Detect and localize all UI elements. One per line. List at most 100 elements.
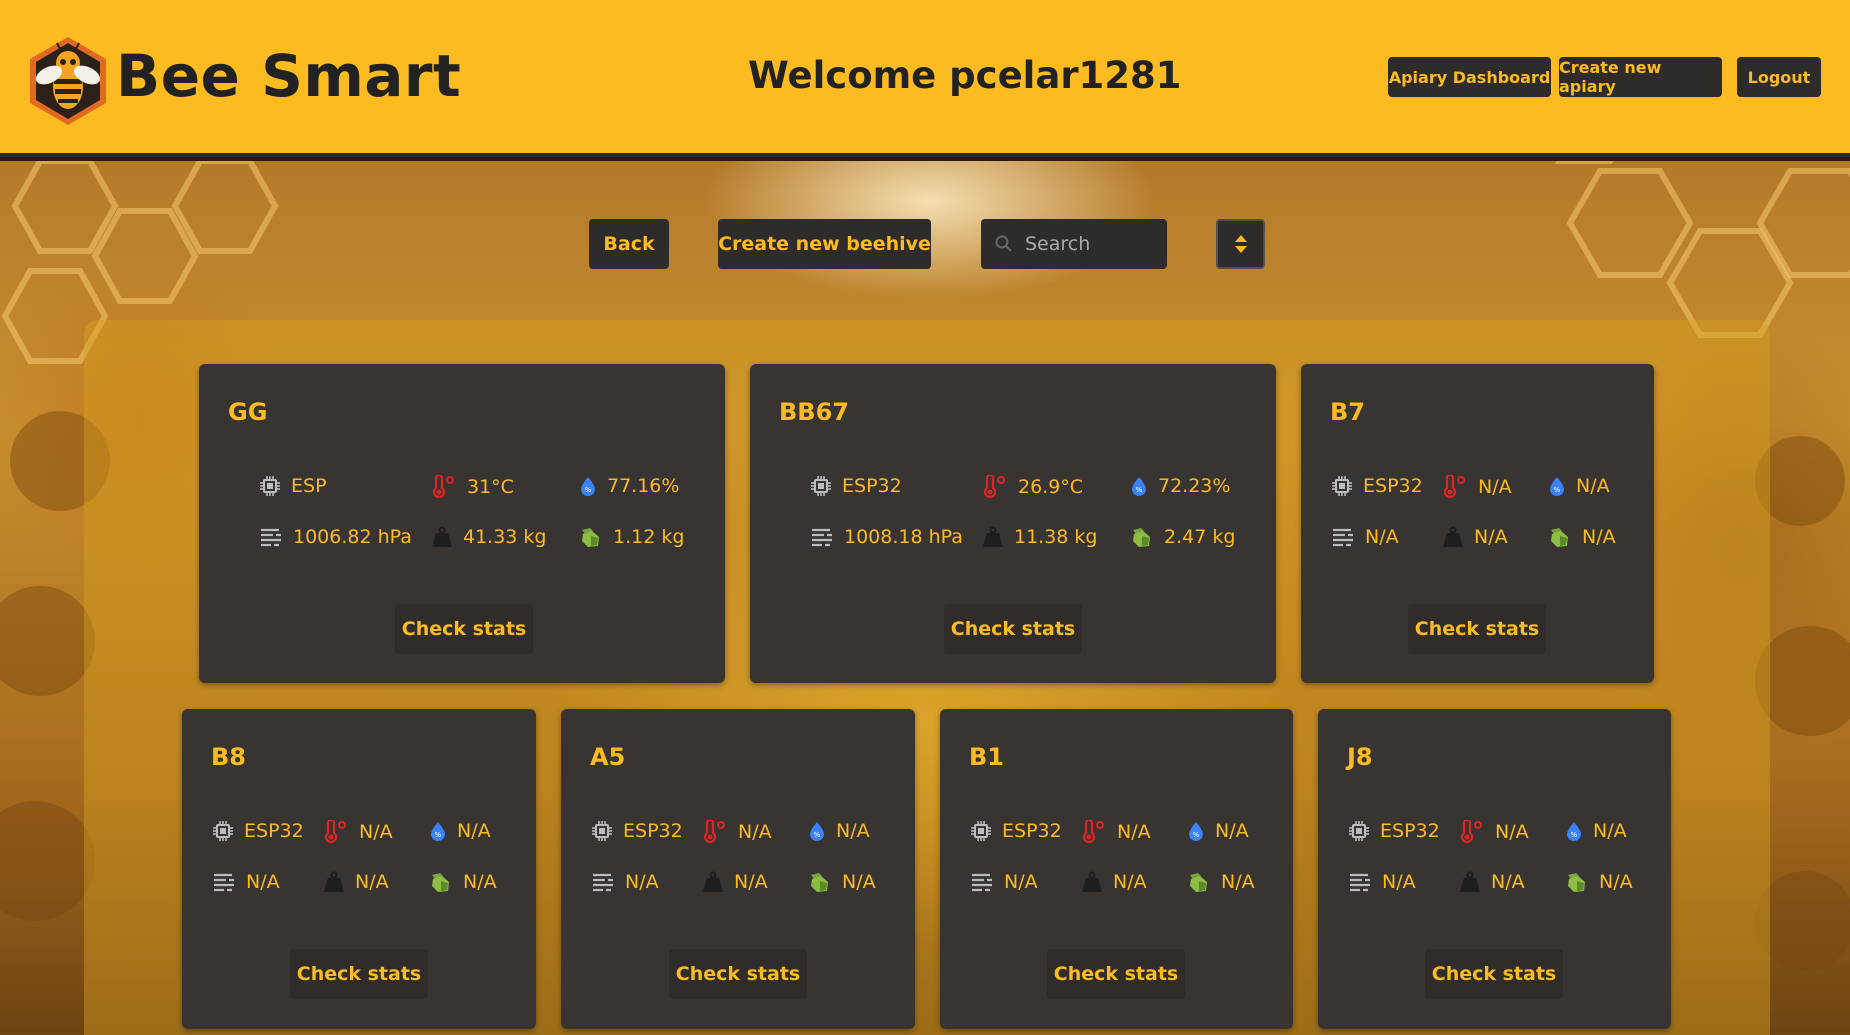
app-header: Bee Smart Welcome pcelar1281 Apiary Dash… bbox=[0, 0, 1850, 157]
humidity-value: N/A bbox=[457, 820, 491, 842]
svg-text:%: % bbox=[435, 831, 442, 839]
weight-icon bbox=[431, 526, 463, 548]
humidity-metric: % 72.23% bbox=[1130, 475, 1230, 497]
thermometer-icon bbox=[702, 820, 738, 844]
device-value: ESP32 bbox=[1002, 820, 1062, 842]
temperature-metric: 31°C bbox=[431, 475, 514, 499]
create-apiary-button[interactable]: Create new apiary bbox=[1559, 57, 1722, 97]
pressure-lines-icon bbox=[810, 527, 844, 547]
create-beehive-button[interactable]: Create new beehive bbox=[718, 219, 931, 269]
sort-button[interactable] bbox=[1216, 219, 1265, 269]
humidity-value: N/A bbox=[1593, 820, 1627, 842]
pressure-value: N/A bbox=[246, 871, 280, 893]
temperature-metric: N/A bbox=[1459, 820, 1529, 844]
honey-metric: N/A bbox=[1548, 526, 1616, 548]
device-value: ESP32 bbox=[1380, 820, 1440, 842]
thermometer-icon bbox=[1442, 475, 1478, 499]
pressure-value: 1008.18 hPa bbox=[844, 526, 963, 548]
beehive-card: GG ESP 31°C% 77.16% 1006.82 hPa 41.33 kg 1.12 … bbox=[199, 364, 725, 683]
pressure-metric: N/A bbox=[212, 871, 280, 893]
beehive-name: GG bbox=[228, 398, 268, 426]
pressure-lines-icon bbox=[212, 872, 246, 892]
beehive-name: B7 bbox=[1330, 398, 1365, 426]
beehive-card: A5 ESP32 N/A% N/A N/A N/A N/A Check stats bbox=[561, 709, 915, 1029]
honey-jar-icon bbox=[808, 871, 842, 893]
weight-metric: N/A bbox=[1459, 871, 1525, 893]
weight-value: N/A bbox=[1491, 871, 1525, 893]
search-icon bbox=[995, 235, 1012, 252]
temperature-value: 26.9°C bbox=[1018, 476, 1084, 498]
svg-text:%: % bbox=[1193, 831, 1200, 839]
check-stats-button[interactable]: Check stats bbox=[669, 949, 807, 999]
water-drop-icon: % bbox=[579, 475, 607, 497]
humidity-metric: % 77.16% bbox=[579, 475, 679, 497]
thermometer-icon bbox=[982, 475, 1018, 499]
check-stats-button[interactable]: Check stats bbox=[944, 604, 1082, 654]
beehive-card: B7 ESP32 N/A% N/A N/A N/A N/A Check stats bbox=[1301, 364, 1654, 683]
device-metric: ESP32 bbox=[810, 475, 902, 497]
logout-button[interactable]: Logout bbox=[1737, 57, 1821, 97]
honey-value: N/A bbox=[1582, 526, 1616, 548]
weight-value: N/A bbox=[355, 871, 389, 893]
thermometer-icon bbox=[1081, 820, 1117, 844]
water-drop-icon: % bbox=[1187, 820, 1215, 842]
chip-icon bbox=[810, 475, 842, 497]
weight-value: N/A bbox=[1474, 526, 1508, 548]
humidity-metric: % N/A bbox=[1187, 820, 1249, 842]
honey-value: N/A bbox=[1599, 871, 1633, 893]
device-value: ESP32 bbox=[1363, 475, 1423, 497]
pressure-value: N/A bbox=[1004, 871, 1038, 893]
check-stats-button[interactable]: Check stats bbox=[395, 604, 533, 654]
svg-text:%: % bbox=[585, 486, 592, 494]
weight-icon bbox=[982, 526, 1014, 548]
pressure-value: N/A bbox=[625, 871, 659, 893]
search-input[interactable] bbox=[1025, 233, 1155, 255]
device-value: ESP32 bbox=[623, 820, 683, 842]
water-drop-icon: % bbox=[808, 820, 836, 842]
weight-icon bbox=[1442, 526, 1474, 548]
pressure-metric: N/A bbox=[591, 871, 659, 893]
humidity-metric: % N/A bbox=[429, 820, 491, 842]
humidity-value: N/A bbox=[1576, 475, 1610, 497]
pressure-metric: N/A bbox=[1331, 526, 1399, 548]
water-drop-icon: % bbox=[1548, 475, 1576, 497]
honey-value: N/A bbox=[1221, 871, 1255, 893]
honey-jar-icon bbox=[1565, 871, 1599, 893]
temperature-value: N/A bbox=[1117, 821, 1151, 843]
honey-metric: 1.12 kg bbox=[579, 526, 684, 548]
temperature-metric: N/A bbox=[702, 820, 772, 844]
humidity-metric: % N/A bbox=[1565, 820, 1627, 842]
back-button[interactable]: Back bbox=[589, 219, 669, 269]
svg-text:%: % bbox=[1554, 486, 1561, 494]
check-stats-button[interactable]: Check stats bbox=[1047, 949, 1185, 999]
honey-metric: 2.47 kg bbox=[1130, 526, 1235, 548]
device-metric: ESP32 bbox=[1348, 820, 1440, 842]
humidity-value: 77.16% bbox=[607, 475, 680, 497]
honey-metric: N/A bbox=[808, 871, 876, 893]
check-stats-button[interactable]: Check stats bbox=[1408, 604, 1546, 654]
beehive-name: B8 bbox=[211, 743, 246, 771]
pressure-metric: N/A bbox=[970, 871, 1038, 893]
pressure-value: 1006.82 hPa bbox=[293, 526, 412, 548]
apiary-dashboard-button[interactable]: Apiary Dashboard bbox=[1388, 57, 1551, 97]
temperature-metric: N/A bbox=[1442, 475, 1512, 499]
svg-text:%: % bbox=[1136, 486, 1143, 494]
search-box bbox=[981, 219, 1167, 269]
beehive-name: BB67 bbox=[779, 398, 849, 426]
bee-logo-icon bbox=[30, 37, 106, 125]
check-stats-button[interactable]: Check stats bbox=[290, 949, 428, 999]
weight-value: N/A bbox=[1113, 871, 1147, 893]
pressure-lines-icon bbox=[970, 872, 1004, 892]
check-stats-button[interactable]: Check stats bbox=[1425, 949, 1563, 999]
humidity-metric: % N/A bbox=[808, 820, 870, 842]
pressure-lines-icon bbox=[1348, 872, 1382, 892]
temperature-value: 31°C bbox=[467, 476, 514, 498]
sort-icon bbox=[1234, 235, 1247, 253]
thermometer-icon bbox=[1459, 820, 1495, 844]
svg-text:%: % bbox=[814, 831, 821, 839]
weight-value: 41.33 kg bbox=[463, 526, 547, 548]
pressure-lines-icon bbox=[591, 872, 625, 892]
humidity-value: 72.23% bbox=[1158, 475, 1231, 497]
honey-value: 2.47 kg bbox=[1164, 526, 1236, 548]
pressure-lines-icon bbox=[259, 527, 293, 547]
